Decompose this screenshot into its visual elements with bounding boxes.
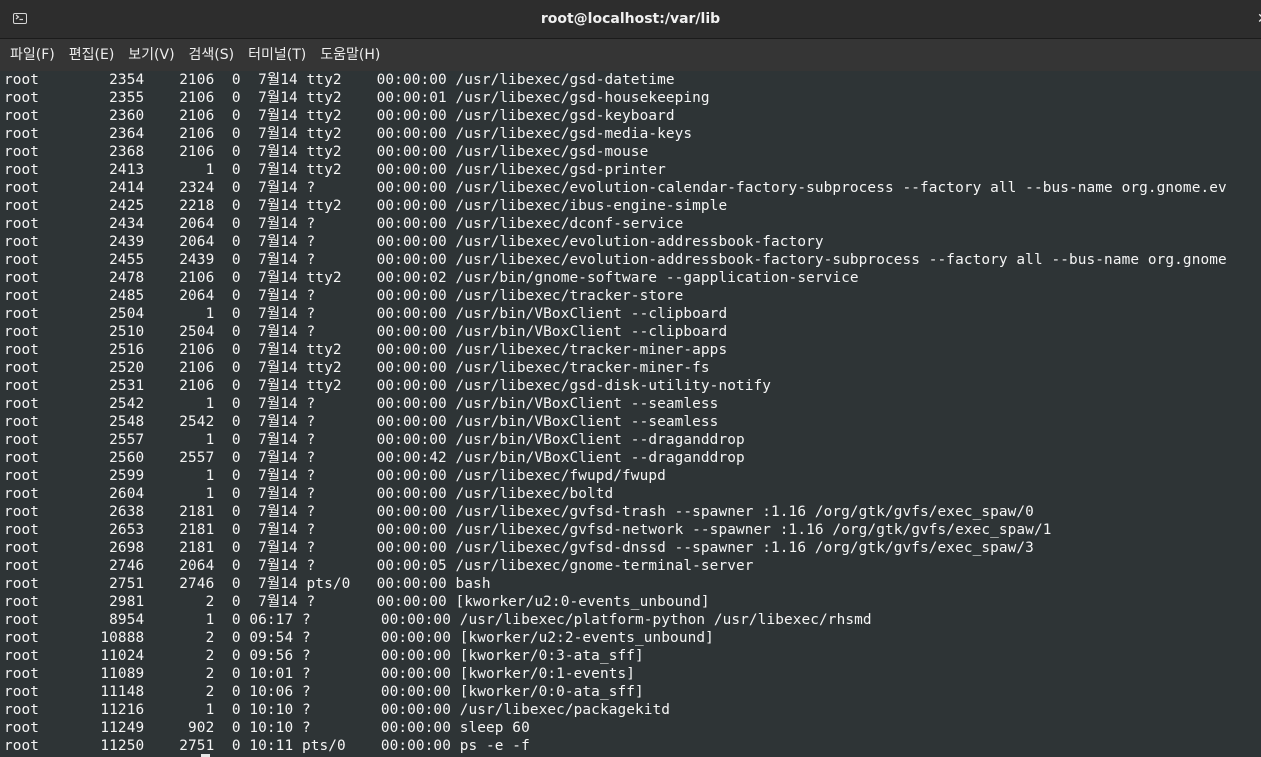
terminal-line: root 2414 2324 0 7월14 ? 00:00:00 /usr/li… [4,180,1227,196]
terminal-line: root 2746 2064 0 7월14 ? 00:00:05 /usr/li… [4,558,754,574]
terminal-line: root 2368 2106 0 7월14 tty2 00:00:00 /usr… [4,144,649,160]
menu-view[interactable]: 보기(V) [121,39,181,71]
menu-search[interactable]: 검색(S) [182,39,242,71]
terminal-line: root 2485 2064 0 7월14 ? 00:00:00 /usr/li… [4,288,684,304]
terminal-line: root 2425 2218 0 7월14 tty2 00:00:00 /usr… [4,198,728,214]
terminal-output[interactable]: root 2354 2106 0 7월14 tty2 00:00:00 /usr… [4,71,1261,757]
terminal-line: root 2560 2557 0 7월14 ? 00:00:42 /usr/bi… [4,450,745,466]
terminal-line: root 10888 2 0 09:54 ? 00:00:00 [kworker… [4,630,714,646]
terminal-line: root 2510 2504 0 7월14 ? 00:00:00 /usr/bi… [4,324,728,340]
terminal-line: root 2531 2106 0 7월14 tty2 00:00:00 /usr… [4,378,772,394]
terminal-line: root 2638 2181 0 7월14 ? 00:00:00 /usr/li… [4,504,1034,520]
terminal-window: root@localhost:/var/lib ✕ 파일(F) 편집(E) 보기… [0,0,1261,757]
terminal-line: root 2364 2106 0 7월14 tty2 00:00:00 /usr… [4,126,693,142]
window-title: root@localhost:/var/lib [540,11,721,27]
terminal-line: root 2520 2106 0 7월14 tty2 00:00:00 /usr… [4,360,710,376]
menu-file[interactable]: 파일(F) [3,39,62,71]
terminal-line: root 11216 1 0 10:10 ? 00:00:00 /usr/lib… [4,702,671,718]
terminal-line: root 2439 2064 0 7월14 ? 00:00:00 /usr/li… [4,234,824,250]
terminal-line: root 2478 2106 0 7월14 tty2 00:00:02 /usr… [4,270,859,286]
terminal-line: root 2360 2106 0 7월14 tty2 00:00:00 /usr… [4,108,675,124]
menu-edit[interactable]: 편집(E) [62,39,122,71]
terminal-line: root 2455 2439 0 7월14 ? 00:00:00 /usr/li… [4,252,1227,268]
menu-bar: 파일(F) 편집(E) 보기(V) 검색(S) 터미널(T) 도움말(H) [0,39,1261,71]
menu-help[interactable]: 도움말(H) [313,39,387,71]
terminal-line: root 2751 2746 0 7월14 pts/0 00:00:00 bas… [4,576,491,592]
terminal-line: root 11249 902 0 10:10 ? 00:00:00 sleep … [4,720,530,736]
terminal-line: root 2653 2181 0 7월14 ? 00:00:00 /usr/li… [4,522,1052,538]
terminal-line: root 2698 2181 0 7월14 ? 00:00:00 /usr/li… [4,540,1034,556]
terminal-line: root 2413 1 0 7월14 tty2 00:00:00 /usr/li… [4,162,666,178]
terminal-line: root 2355 2106 0 7월14 tty2 00:00:01 /usr… [4,90,710,106]
terminal-line: root 11250 2751 0 10:11 pts/0 00:00:00 p… [4,738,530,754]
terminal-line: root 2604 1 0 7월14 ? 00:00:00 /usr/libex… [4,486,614,502]
terminal-line: root 2981 2 0 7월14 ? 00:00:00 [kworker/u… [4,594,710,610]
menu-terminal[interactable]: 터미널(T) [241,39,313,71]
title-bar[interactable]: root@localhost:/var/lib ✕ [0,0,1261,39]
terminal-line: root 2434 2064 0 7월14 ? 00:00:00 /usr/li… [4,216,684,232]
terminal-line: root 11089 2 0 10:01 ? 00:00:00 [kworker… [4,666,635,682]
terminal-line: root 2542 1 0 7월14 ? 00:00:00 /usr/bin/V… [4,396,719,412]
terminal-line: root 2599 1 0 7월14 ? 00:00:00 /usr/libex… [4,468,666,484]
terminal-line: root 2354 2106 0 7월14 tty2 00:00:00 /usr… [4,72,675,88]
terminal-line: root 8954 1 0 06:17 ? 00:00:00 /usr/libe… [4,612,872,628]
terminal-line: root 2516 2106 0 7월14 tty2 00:00:00 /usr… [4,342,728,358]
terminal-line: root 11024 2 0 09:56 ? 00:00:00 [kworker… [4,648,644,664]
terminal-line: root 2557 1 0 7월14 ? 00:00:00 /usr/bin/V… [4,432,745,448]
terminal-line: root 2548 2542 0 7월14 ? 00:00:00 /usr/bi… [4,414,719,430]
terminal-line: root 11148 2 0 10:06 ? 00:00:00 [kworker… [4,684,644,700]
close-icon[interactable]: ✕ [1257,11,1261,27]
terminal-line: root 2504 1 0 7월14 ? 00:00:00 /usr/bin/V… [4,306,728,322]
